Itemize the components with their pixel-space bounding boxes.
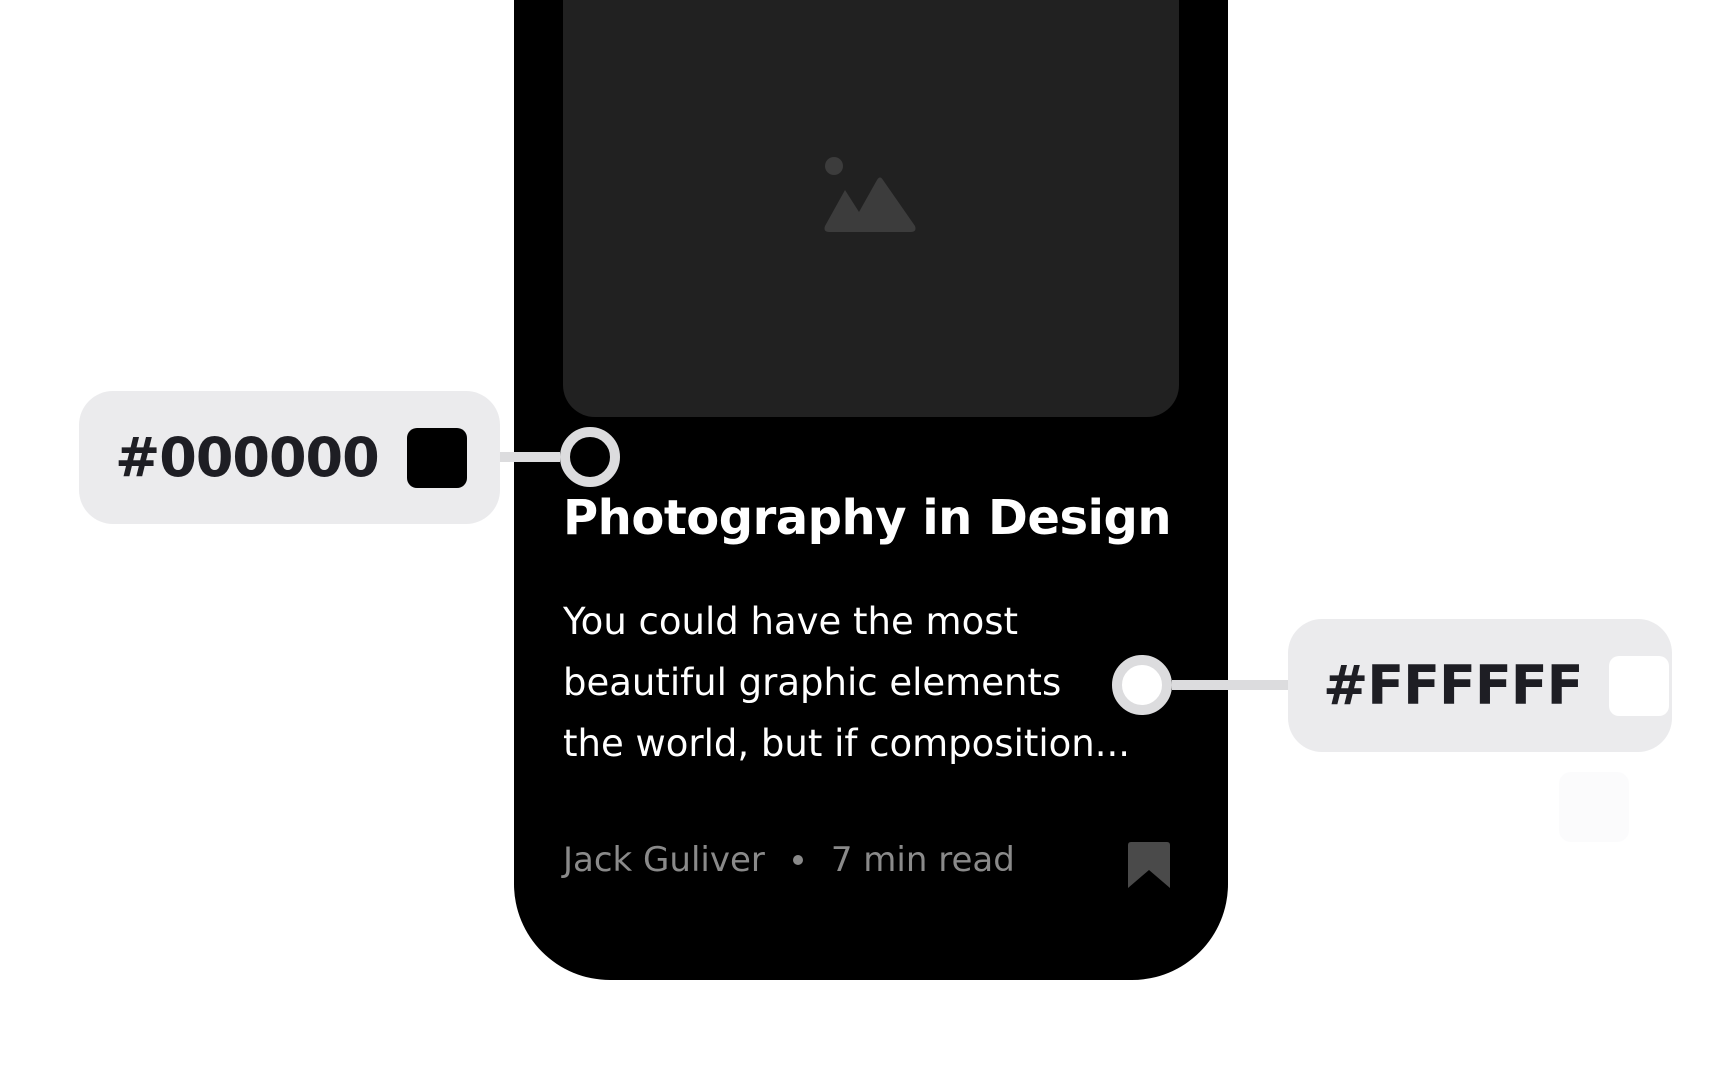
text-color-annotation: #FFFFFF (1288, 619, 1672, 752)
author-name: Jack Guliver (563, 840, 765, 880)
bookmark-button[interactable] (1128, 842, 1170, 888)
color-code: #FFFFFF (1323, 654, 1584, 717)
image-icon (824, 156, 916, 232)
article-title: Photography in Design (563, 490, 1172, 546)
excerpt-line: You could have the most (563, 600, 1018, 643)
bookmark-icon (1128, 842, 1170, 888)
background-color-annotation: #000000 (79, 391, 500, 524)
background-annotation-marker (560, 427, 620, 487)
excerpt-line: beautiful graphic elements (563, 661, 1062, 704)
article-meta: Jack Guliver 7 min read (563, 835, 1015, 885)
color-code: #000000 (115, 426, 380, 489)
excerpt-line: the world, but if composition... (563, 722, 1131, 765)
article-card[interactable]: Photography in Design You could have the… (514, 0, 1228, 980)
color-swatch (406, 427, 467, 488)
text-annotation-marker (1112, 655, 1172, 715)
read-time: 7 min read (830, 840, 1015, 880)
separator-dot (792, 855, 803, 865)
article-image-placeholder (563, 0, 1179, 417)
background-annotation-connector (498, 452, 560, 462)
color-swatch (1608, 655, 1669, 716)
article-excerpt: You could have the most beautiful graphi… (563, 591, 1179, 774)
text-annotation-connector (1172, 680, 1290, 690)
decorative-square (1559, 772, 1629, 842)
